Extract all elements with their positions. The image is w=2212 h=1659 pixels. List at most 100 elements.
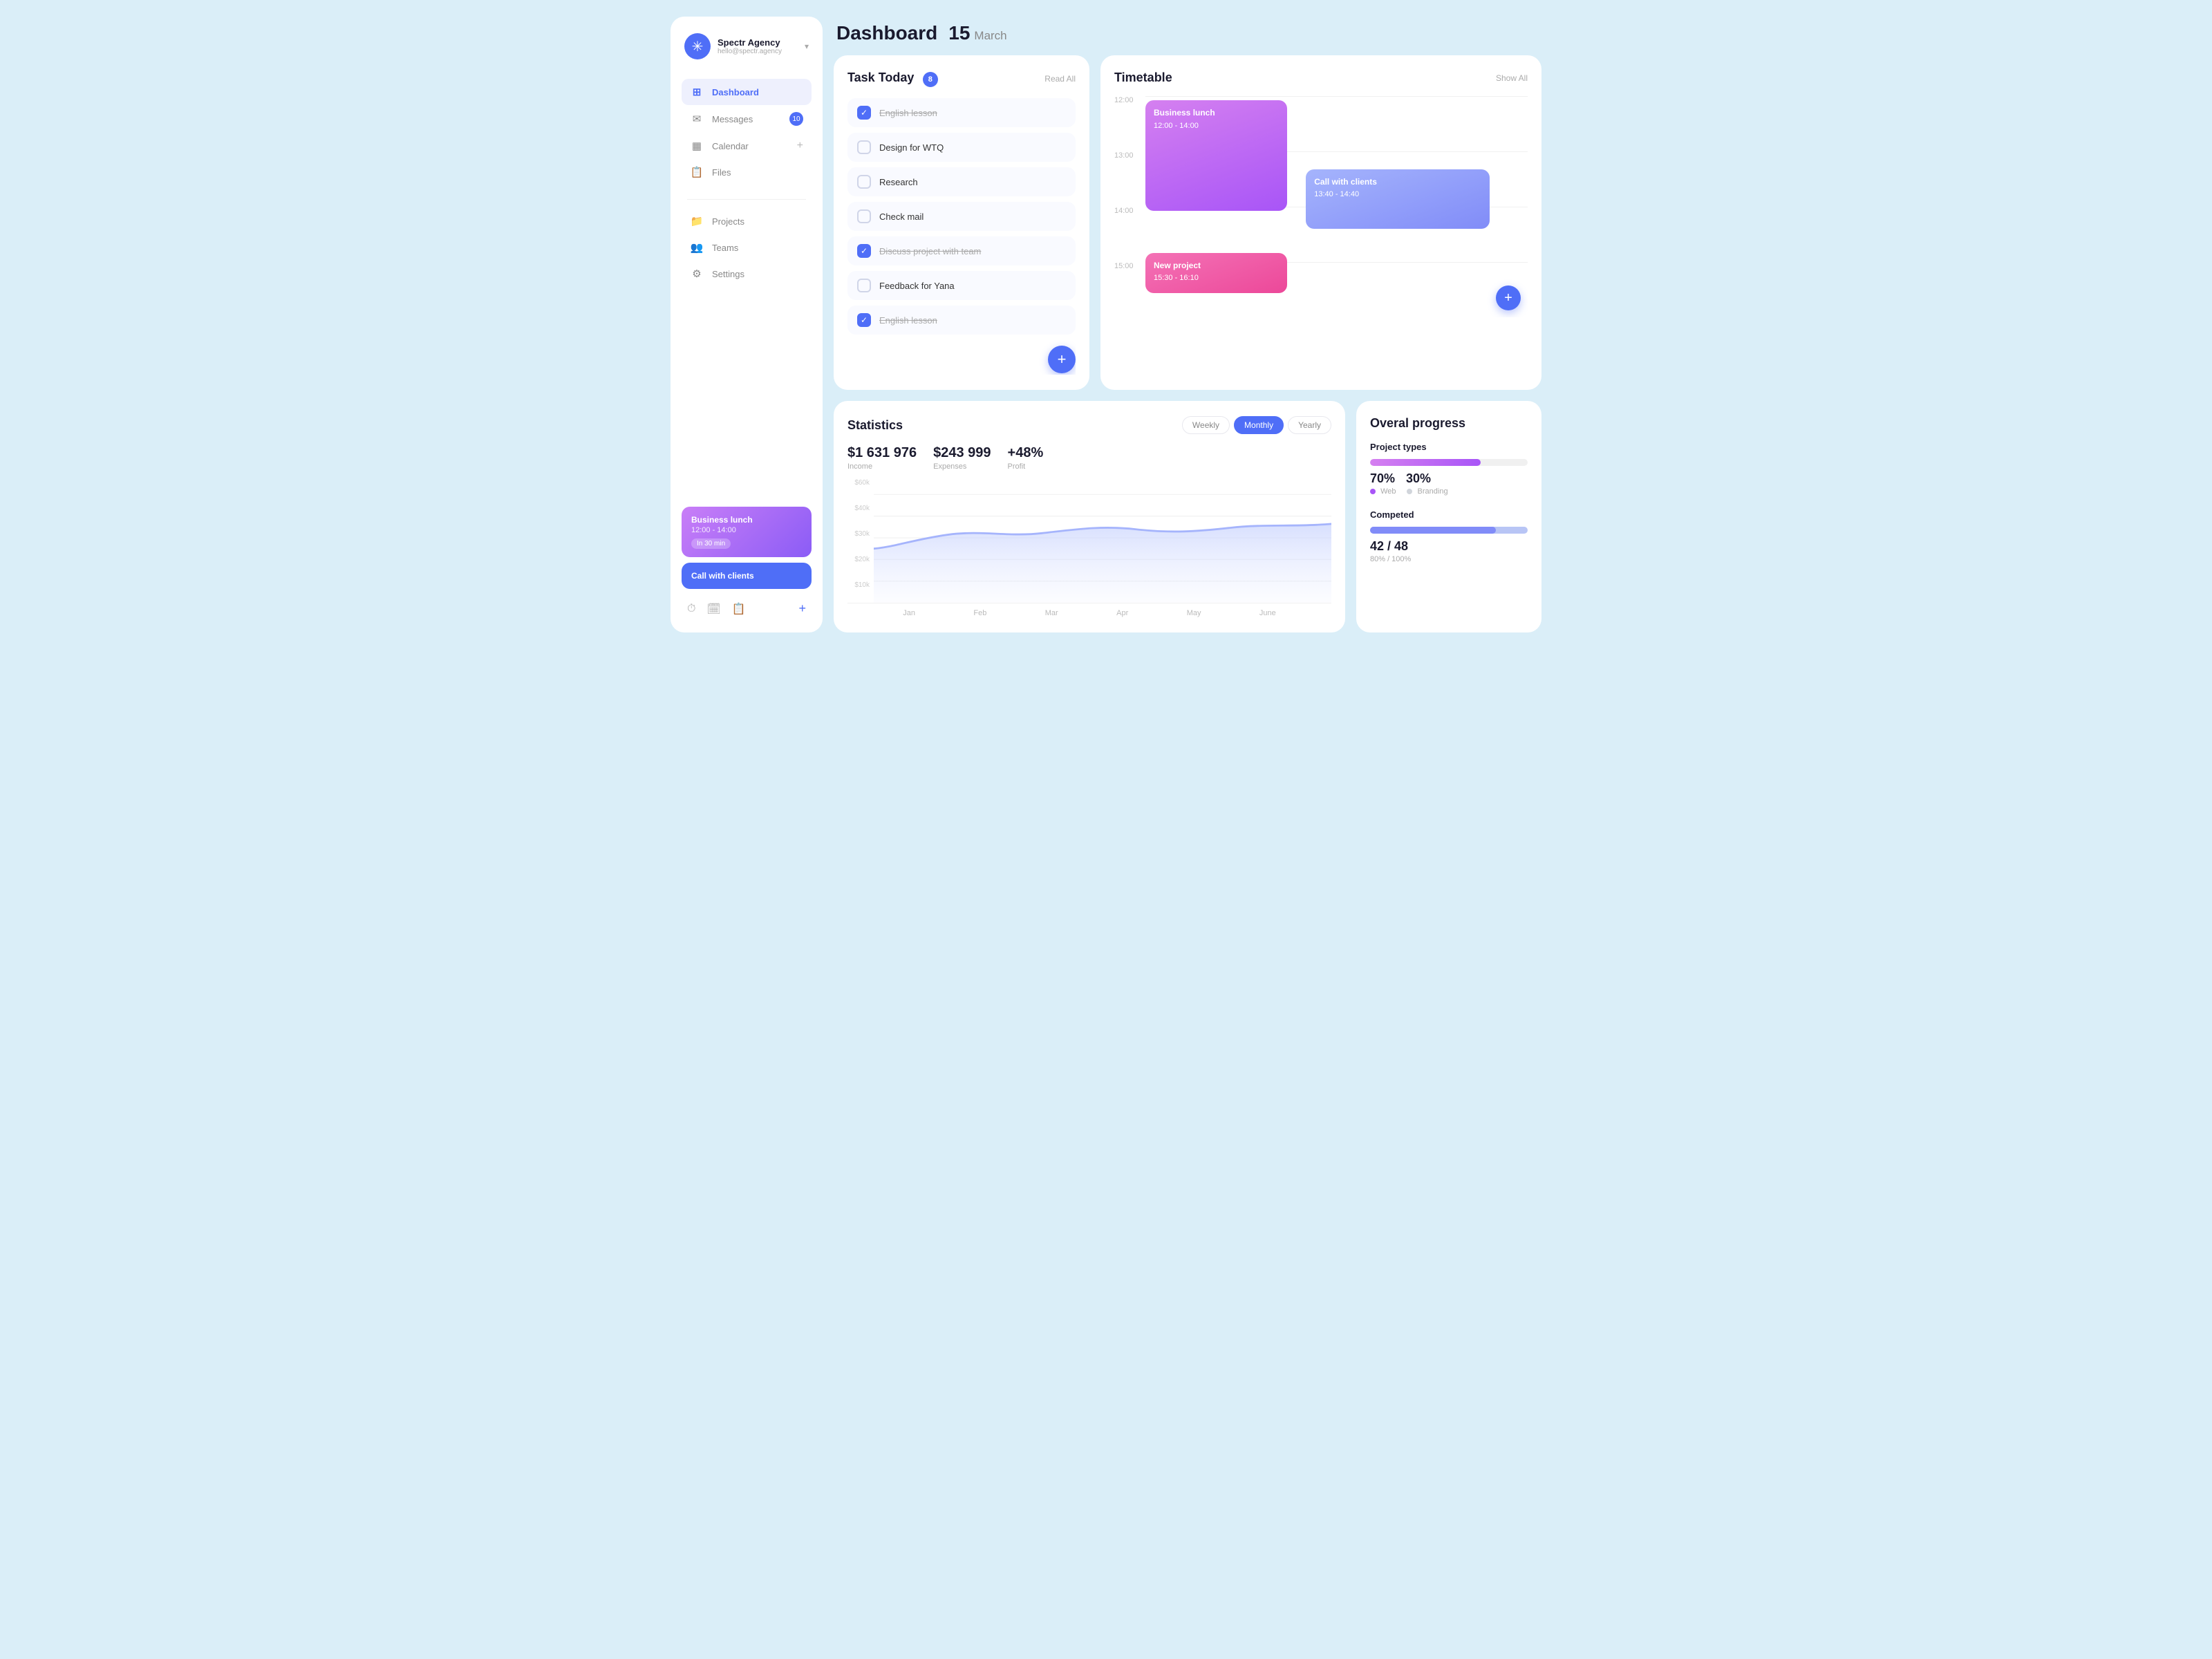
sidebar-item-files[interactable]: 📋 Files bbox=[682, 159, 812, 185]
settings-icon: ⚙ bbox=[690, 268, 704, 280]
filter-weekly[interactable]: Weekly bbox=[1182, 416, 1230, 434]
task-label-5: Discuss project with team bbox=[879, 246, 981, 256]
files-icon: 📋 bbox=[690, 166, 704, 178]
timetable-title: Timetable bbox=[1114, 71, 1172, 85]
task-label-3: Research bbox=[879, 177, 918, 187]
sidebar-label-dashboard: Dashboard bbox=[712, 87, 759, 97]
task-checkbox-5[interactable]: ✓ bbox=[857, 244, 871, 258]
task-item[interactable]: ✓ English lesson bbox=[847, 98, 1076, 127]
time-label-13: 13:00 bbox=[1114, 151, 1145, 160]
timetable-events: Business lunch 12:00 - 14:00 Call with c… bbox=[1145, 96, 1528, 317]
timetable-card-header: Timetable Show All bbox=[1114, 71, 1528, 85]
branding-pct: 30% bbox=[1406, 471, 1431, 486]
task-item[interactable]: Feedback for Yana bbox=[847, 271, 1076, 300]
completed-section: Competed 42 / 48 80% / 100% bbox=[1370, 509, 1528, 563]
progress-sub-labels: Web Branding bbox=[1370, 487, 1528, 496]
y-label-30k: $30k bbox=[847, 530, 874, 538]
y-label-10k: $10k bbox=[847, 581, 874, 589]
task-checkbox-6[interactable] bbox=[857, 279, 871, 292]
x-label-mar: Mar bbox=[1045, 609, 1058, 617]
calendar-small-icon[interactable]: 🗓 bbox=[706, 602, 720, 616]
x-label-jan: Jan bbox=[903, 609, 915, 617]
sidebar-label-files: Files bbox=[712, 167, 731, 178]
project-types-bar-fill bbox=[1370, 459, 1481, 466]
task-item[interactable]: Design for WTQ bbox=[847, 133, 1076, 162]
task-label-7: English lesson bbox=[879, 315, 937, 326]
sidebar: ✳ Spectr Agency hello@spectr.agency ▾ ⊞ … bbox=[671, 17, 823, 632]
sidebar-item-dashboard[interactable]: ⊞ Dashboard bbox=[682, 79, 812, 105]
messages-badge: 10 bbox=[789, 112, 803, 126]
task-item[interactable]: ✓ English lesson bbox=[847, 306, 1076, 335]
completed-title: Competed bbox=[1370, 509, 1528, 520]
list-icon[interactable]: 📋 bbox=[732, 602, 746, 616]
x-label-apr: Apr bbox=[1116, 609, 1128, 617]
task-title: Task Today bbox=[847, 71, 914, 84]
stat-profit: +48% Profit bbox=[1008, 445, 1044, 471]
sidebar-item-teams[interactable]: 👥 Teams bbox=[682, 234, 812, 261]
profit-value: +48% bbox=[1008, 445, 1044, 461]
completed-bar bbox=[1370, 527, 1528, 534]
header-date: 15 March bbox=[948, 22, 1006, 44]
sidebar-item-calendar[interactable]: ▦ Calendar + bbox=[682, 133, 812, 159]
timetable-event-time-3: 15:30 - 16:10 bbox=[1154, 273, 1279, 283]
show-all-link[interactable]: Show All bbox=[1496, 73, 1528, 83]
profit-label: Profit bbox=[1008, 462, 1044, 471]
top-row: Task Today 8 Read All ✓ English lesson D… bbox=[834, 55, 1541, 390]
timetable-event-title: Business lunch bbox=[1154, 107, 1279, 119]
task-checkbox-2[interactable] bbox=[857, 140, 871, 154]
x-label-feb: Feb bbox=[973, 609, 986, 617]
timetable-event-time-2: 13:40 - 14:40 bbox=[1314, 189, 1481, 200]
timetable-event-call-clients[interactable]: Call with clients 13:40 - 14:40 bbox=[1306, 169, 1489, 229]
statistics-card: Statistics Weekly Monthly Yearly $1 631 … bbox=[834, 401, 1345, 632]
sidebar-event-business-lunch[interactable]: Business lunch 12:00 - 14:00 In 30 min bbox=[682, 507, 812, 557]
filter-monthly[interactable]: Monthly bbox=[1234, 416, 1284, 434]
sidebar-event-call-clients[interactable]: Call with clients bbox=[682, 563, 812, 589]
timetable-grid: 12:00 13:00 14:00 bbox=[1114, 96, 1528, 317]
timetable-card: Timetable Show All 12:00 13:00 bbox=[1100, 55, 1541, 390]
project-types-title: Project types bbox=[1370, 442, 1528, 452]
progress-labels: 70% 30% bbox=[1370, 471, 1528, 486]
x-label-june: June bbox=[1259, 609, 1276, 617]
sidebar-bottom: Business lunch 12:00 - 14:00 In 30 min C… bbox=[682, 507, 812, 616]
sidebar-item-messages[interactable]: ✉ Messages 10 bbox=[682, 105, 812, 133]
filter-yearly[interactable]: Yearly bbox=[1288, 416, 1331, 434]
timetable-add-button[interactable]: + bbox=[1496, 285, 1521, 310]
sidebar-item-settings[interactable]: ⚙ Settings bbox=[682, 261, 812, 287]
progress-title: Overal progress bbox=[1370, 416, 1465, 431]
calendar-add-icon[interactable]: + bbox=[797, 140, 803, 152]
time-label-12: 12:00 bbox=[1114, 96, 1145, 104]
stats-filters: Weekly Monthly Yearly bbox=[1182, 416, 1331, 434]
task-item[interactable]: Check mail bbox=[847, 202, 1076, 231]
sidebar-item-projects[interactable]: 📁 Projects bbox=[682, 208, 812, 234]
task-label-1: English lesson bbox=[879, 108, 937, 118]
stat-income: $1 631 976 Income bbox=[847, 445, 917, 471]
task-checkbox-7[interactable]: ✓ bbox=[857, 313, 871, 327]
web-dot bbox=[1370, 489, 1376, 494]
read-all-link[interactable]: Read All bbox=[1044, 74, 1076, 84]
sidebar-event-title-2: Call with clients bbox=[691, 571, 802, 581]
timetable-event-business-lunch[interactable]: Business lunch 12:00 - 14:00 bbox=[1145, 100, 1287, 211]
sidebar-label-teams: Teams bbox=[712, 243, 738, 253]
stats-metrics: $1 631 976 Income $243 999 Expenses +48%… bbox=[847, 445, 1331, 471]
task-count-badge: 8 bbox=[923, 72, 938, 87]
dashboard-icon: ⊞ bbox=[690, 86, 704, 98]
add-icon[interactable]: + bbox=[798, 601, 806, 616]
clock-icon[interactable]: ⏱ bbox=[687, 603, 695, 615]
completed-pct: 80% / 100% bbox=[1370, 555, 1528, 563]
task-checkbox-4[interactable] bbox=[857, 209, 871, 223]
task-checkbox-3[interactable] bbox=[857, 175, 871, 189]
task-label-2: Design for WTQ bbox=[879, 142, 944, 153]
logo-area[interactable]: ✳ Spectr Agency hello@spectr.agency ▾ bbox=[682, 33, 812, 59]
task-item[interactable]: Research bbox=[847, 167, 1076, 196]
stats-card-header: Statistics Weekly Monthly Yearly bbox=[847, 416, 1331, 434]
chevron-down-icon[interactable]: ▾ bbox=[805, 41, 809, 51]
income-value: $1 631 976 bbox=[847, 445, 917, 461]
task-checkbox-1[interactable]: ✓ bbox=[857, 106, 871, 120]
task-add-button[interactable]: + bbox=[1048, 346, 1076, 373]
projects-icon: 📁 bbox=[690, 215, 704, 227]
timetable-event-title-2: Call with clients bbox=[1314, 176, 1481, 188]
task-item[interactable]: ✓ Discuss project with team bbox=[847, 236, 1076, 265]
time-label-15: 15:00 bbox=[1114, 262, 1145, 270]
web-pct: 70% bbox=[1370, 471, 1395, 486]
timetable-event-new-project[interactable]: New project 15:30 - 16:10 bbox=[1145, 253, 1287, 293]
